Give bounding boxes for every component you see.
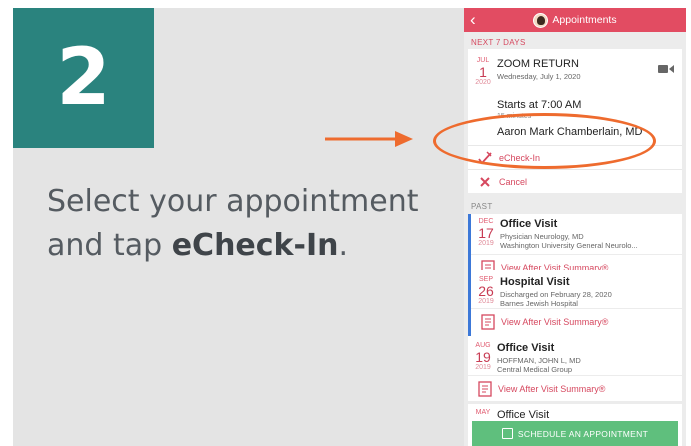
appointment-title: Office Visit — [497, 409, 550, 421]
appointment-location: Washington University General Neurolo... — [500, 241, 638, 250]
appointment-date: MAY — [475, 409, 491, 417]
appointment-date: SEP 26 2019 — [478, 276, 494, 306]
section-next-7-days: NEXT 7 DAYS — [471, 38, 526, 47]
instruction-text: Select your appointment and tap eCheck-I… — [47, 180, 467, 268]
cancel-icon — [477, 174, 493, 190]
calendar-icon — [501, 428, 513, 439]
highlight-oval — [433, 113, 656, 169]
appointment-provider: HOFFMAN, JOHN L, MD — [497, 356, 581, 365]
step-badge: 2 — [13, 8, 154, 148]
appointment-date: DEC 17 2019 — [478, 218, 494, 248]
section-past: PAST — [471, 202, 493, 211]
date-month: MAY — [475, 409, 491, 416]
date-day: 1 — [479, 64, 487, 80]
appointment-title: Office Visit — [500, 218, 558, 230]
after-visit-summary-link[interactable]: View After Visit Summary® — [471, 308, 682, 334]
appointment-location: Barnes Jewish Hospital — [500, 299, 578, 308]
video-icon — [658, 65, 674, 73]
cancel-button[interactable]: Cancel — [468, 169, 682, 193]
app-header: ‹ Appointments — [464, 8, 686, 32]
past-appointment-card[interactable]: SEP 26 2019 Hospital Visit Discharged on… — [468, 270, 682, 334]
date-day: 17 — [478, 225, 494, 241]
appointment-date: JUL 1 2020 — [475, 57, 491, 87]
date-year: 2020 — [475, 79, 491, 86]
appointment-title: Hospital Visit — [500, 276, 570, 288]
avatar[interactable] — [533, 12, 549, 28]
appointment-title: Office Visit — [497, 342, 555, 354]
instruction-emphasis: eCheck-In — [171, 228, 339, 263]
pointer-arrow — [325, 131, 413, 147]
appointment-discharge: Discharged on February 28, 2020 — [500, 290, 612, 299]
appointment-location: Central Medical Group — [497, 365, 573, 374]
appointment-date: AUG 19 2019 — [475, 342, 491, 372]
summary-label: View After Visit Summary® — [501, 316, 609, 327]
date-day: 26 — [478, 283, 494, 299]
date-year: 2019 — [478, 298, 494, 305]
header-title: Appointments — [533, 12, 617, 28]
back-icon[interactable]: ‹ — [470, 9, 476, 31]
step-number: 2 — [56, 33, 111, 123]
header-title-text: Appointments — [552, 14, 617, 26]
document-icon — [478, 380, 492, 397]
appointment-provider: Physician Neurology, MD — [500, 232, 584, 241]
summary-label: View After Visit Summary® — [498, 383, 606, 394]
after-visit-summary-link[interactable]: View After Visit Summary® — [468, 375, 682, 401]
instruction-tail: . — [338, 228, 349, 263]
document-icon — [481, 313, 495, 330]
schedule-appointment-button[interactable]: SCHEDULE AN APPOINTMENT — [472, 421, 678, 446]
date-day: 19 — [475, 349, 491, 365]
cancel-label: Cancel — [499, 176, 528, 187]
past-appointment-card[interactable]: AUG 19 2019 Office Visit HOFFMAN, JOHN L… — [468, 336, 682, 401]
date-year: 2019 — [475, 364, 491, 371]
appointment-start-time: Starts at 7:00 AM — [497, 99, 582, 111]
appointment-date-line: Wednesday, July 1, 2020 — [497, 72, 581, 81]
date-year: 2019 — [478, 240, 494, 247]
appointment-title: ZOOM RETURN — [497, 58, 579, 70]
schedule-label: SCHEDULE AN APPOINTMENT — [517, 428, 649, 439]
